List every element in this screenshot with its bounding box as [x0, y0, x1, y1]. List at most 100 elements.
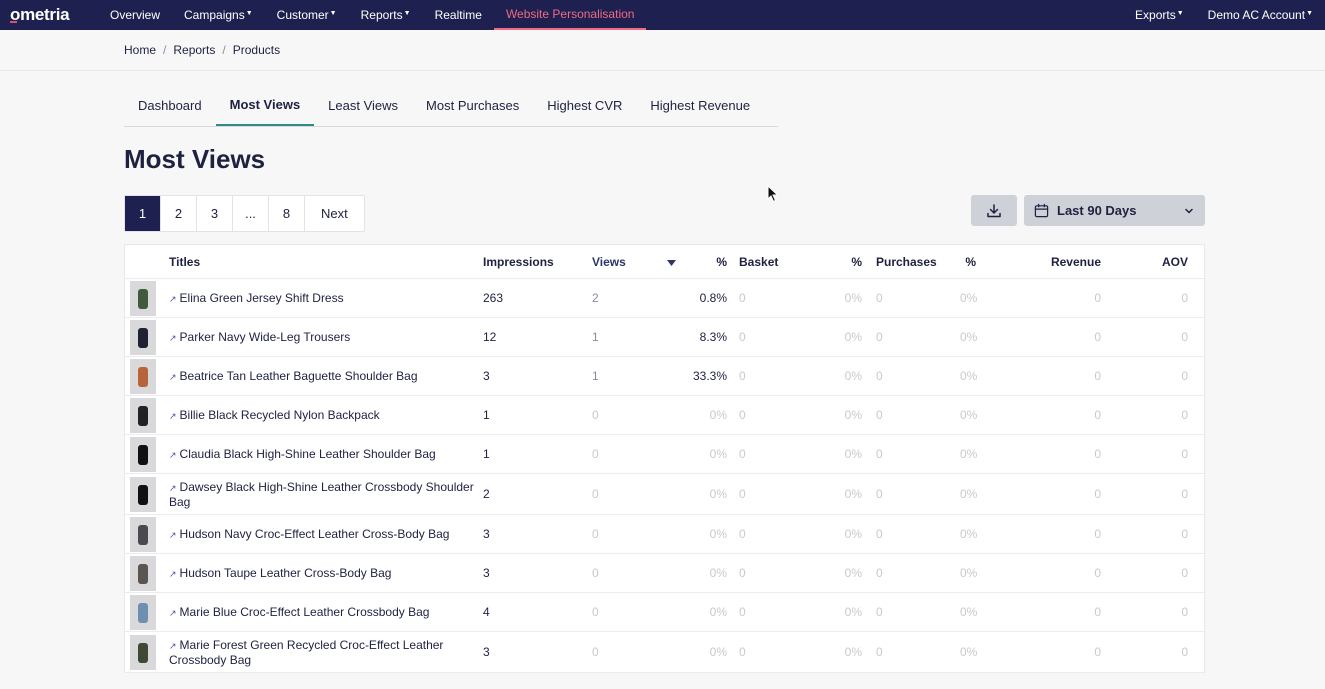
- tab-highest-cvr[interactable]: Highest CVR: [533, 84, 636, 126]
- col-header-titles[interactable]: Titles: [169, 255, 483, 269]
- col-header-purchases-pct[interactable]: %: [960, 255, 976, 269]
- pagination-page-8[interactable]: 8: [269, 196, 305, 231]
- product-title-cell: ↗ Claudia Black High-Shine Leather Should…: [169, 447, 483, 462]
- product-thumbnail-cell: [125, 555, 169, 591]
- basket-value: 0: [739, 369, 746, 383]
- product-title-link[interactable]: Hudson Taupe Leather Cross-Body Bag: [180, 566, 392, 580]
- product-title-link[interactable]: Beatrice Tan Leather Baguette Shoulder B…: [180, 369, 418, 383]
- ometria-logo[interactable]: ometria: [10, 5, 86, 25]
- basket-pct-value: 0%: [844, 447, 862, 461]
- external-link-icon[interactable]: ↗: [169, 372, 177, 382]
- pagination-page-3[interactable]: 3: [197, 196, 233, 231]
- product-thumbnail[interactable]: [130, 634, 156, 670]
- report-tabs: Dashboard Most Views Least Views Most Purch…: [124, 84, 778, 127]
- external-link-icon[interactable]: ↗: [169, 608, 177, 618]
- col-header-views[interactable]: Views: [592, 255, 667, 269]
- impressions-value: 3: [483, 645, 490, 659]
- breadcrumb-products[interactable]: Products: [233, 43, 280, 57]
- external-link-icon[interactable]: ↗: [169, 569, 177, 579]
- purchases-value: 0: [876, 527, 883, 541]
- views-pct-value: 0%: [709, 645, 727, 659]
- product-thumbnail[interactable]: [130, 594, 156, 630]
- pagination-page-2[interactable]: 2: [161, 196, 197, 231]
- product-thumbnail[interactable]: [130, 280, 156, 316]
- col-header-views-pct[interactable]: %: [677, 255, 727, 269]
- download-button[interactable]: [971, 195, 1017, 226]
- basket-value: 0: [739, 291, 746, 305]
- impressions-value: 2: [483, 487, 490, 501]
- product-title-link[interactable]: Billie Black Recycled Nylon Backpack: [180, 408, 380, 422]
- date-range-select[interactable]: Last 90 Days: [1024, 195, 1205, 226]
- product-thumbnail-cell: [125, 436, 169, 472]
- tab-most-views[interactable]: Most Views: [215, 84, 315, 126]
- tab-dashboard[interactable]: Dashboard: [124, 84, 216, 126]
- product-thumbnail-cell: [125, 280, 169, 316]
- nav-item-customer[interactable]: Customer ▼: [265, 0, 349, 30]
- product-thumbnail[interactable]: [130, 397, 156, 433]
- views-value: 0: [592, 645, 599, 659]
- revenue-value: 0: [1094, 447, 1101, 461]
- breadcrumb-home[interactable]: Home: [124, 43, 156, 57]
- calendar-icon: [1034, 203, 1049, 218]
- impressions-value: 12: [483, 330, 497, 344]
- product-thumbnail[interactable]: [130, 319, 156, 355]
- product-thumbnail[interactable]: [130, 358, 156, 394]
- views-pct-value: 0.8%: [699, 291, 727, 305]
- pagination-next[interactable]: Next: [305, 196, 364, 231]
- product-thumbnail[interactable]: [130, 516, 156, 552]
- purchases-value: 0: [876, 330, 883, 344]
- external-link-icon[interactable]: ↗: [169, 483, 177, 493]
- sort-desc-icon[interactable]: [667, 255, 677, 269]
- product-thumbnail[interactable]: [130, 476, 156, 512]
- external-link-icon[interactable]: ↗: [169, 333, 177, 343]
- nav-right-exports[interactable]: Exports ▼: [1123, 0, 1196, 30]
- basket-pct-value: 0%: [844, 330, 862, 344]
- caret-down-icon: ▼: [403, 9, 411, 17]
- nav-item-website-personalisation[interactable]: Website Personalisation: [493, 0, 647, 30]
- product-title-link[interactable]: Elina Green Jersey Shift Dress: [180, 291, 344, 305]
- product-title-link[interactable]: Marie Forest Green Recycled Croc-Effect …: [169, 638, 443, 667]
- purchases-value: 0: [876, 408, 883, 422]
- aov-value: 0: [1181, 330, 1188, 344]
- col-header-impressions[interactable]: Impressions: [483, 255, 592, 269]
- external-link-icon[interactable]: ↗: [169, 450, 177, 460]
- product-title-link[interactable]: Hudson Navy Croc-Effect Leather Cross-Bo…: [180, 527, 450, 541]
- product-title-link[interactable]: Marie Blue Croc-Effect Leather Crossbody…: [180, 605, 430, 619]
- product-title-link[interactable]: Parker Navy Wide-Leg Trousers: [180, 330, 351, 344]
- external-link-icon[interactable]: ↗: [169, 641, 177, 651]
- nav-item-label: Realtime: [434, 8, 482, 22]
- tab-highest-revenue[interactable]: Highest Revenue: [636, 84, 764, 126]
- basket-pct-value: 0%: [844, 527, 862, 541]
- product-thumbnail[interactable]: [130, 555, 156, 591]
- external-link-icon[interactable]: ↗: [169, 294, 177, 304]
- product-title-link[interactable]: Dawsey Black High-Shine Leather Crossbod…: [169, 480, 474, 509]
- pagination-page-1[interactable]: 1: [125, 196, 161, 231]
- breadcrumb-reports[interactable]: Reports: [173, 43, 215, 57]
- views-pct-value: 0%: [709, 408, 727, 422]
- col-header-purchases[interactable]: Purchases: [862, 255, 960, 269]
- product-figure: [138, 288, 148, 309]
- nav-item-campaigns[interactable]: Campaigns ▼: [172, 0, 265, 30]
- col-header-basket-pct[interactable]: %: [830, 255, 862, 269]
- revenue-value: 0: [1094, 566, 1101, 580]
- col-header-basket[interactable]: Basket: [727, 255, 830, 269]
- logo-text: ometria: [10, 5, 70, 24]
- nav-item-reports[interactable]: Reports ▼: [349, 0, 423, 30]
- nav-item-overview[interactable]: Overview: [98, 0, 172, 30]
- external-link-icon[interactable]: ↗: [169, 530, 177, 540]
- nav-item-label: Reports: [360, 8, 403, 22]
- product-thumbnail[interactable]: [130, 436, 156, 472]
- product-title-link[interactable]: Claudia Black High-Shine Leather Shoulde…: [180, 447, 436, 461]
- col-header-aov[interactable]: AOV: [1101, 255, 1196, 269]
- views-pct-value: 0%: [709, 447, 727, 461]
- tab-least-views[interactable]: Least Views: [314, 84, 412, 126]
- nav-right-demo-ac-account[interactable]: Demo AC Account ▼: [1196, 0, 1325, 30]
- revenue-value: 0: [1094, 330, 1101, 344]
- nav-item-realtime[interactable]: Realtime: [423, 0, 494, 30]
- basket-pct-value: 0%: [844, 566, 862, 580]
- external-link-icon[interactable]: ↗: [169, 411, 177, 421]
- tab-most-purchases[interactable]: Most Purchases: [412, 84, 533, 126]
- impressions-value: 3: [483, 566, 490, 580]
- col-header-revenue[interactable]: Revenue: [976, 255, 1101, 269]
- breadcrumb-separator: /: [222, 43, 226, 57]
